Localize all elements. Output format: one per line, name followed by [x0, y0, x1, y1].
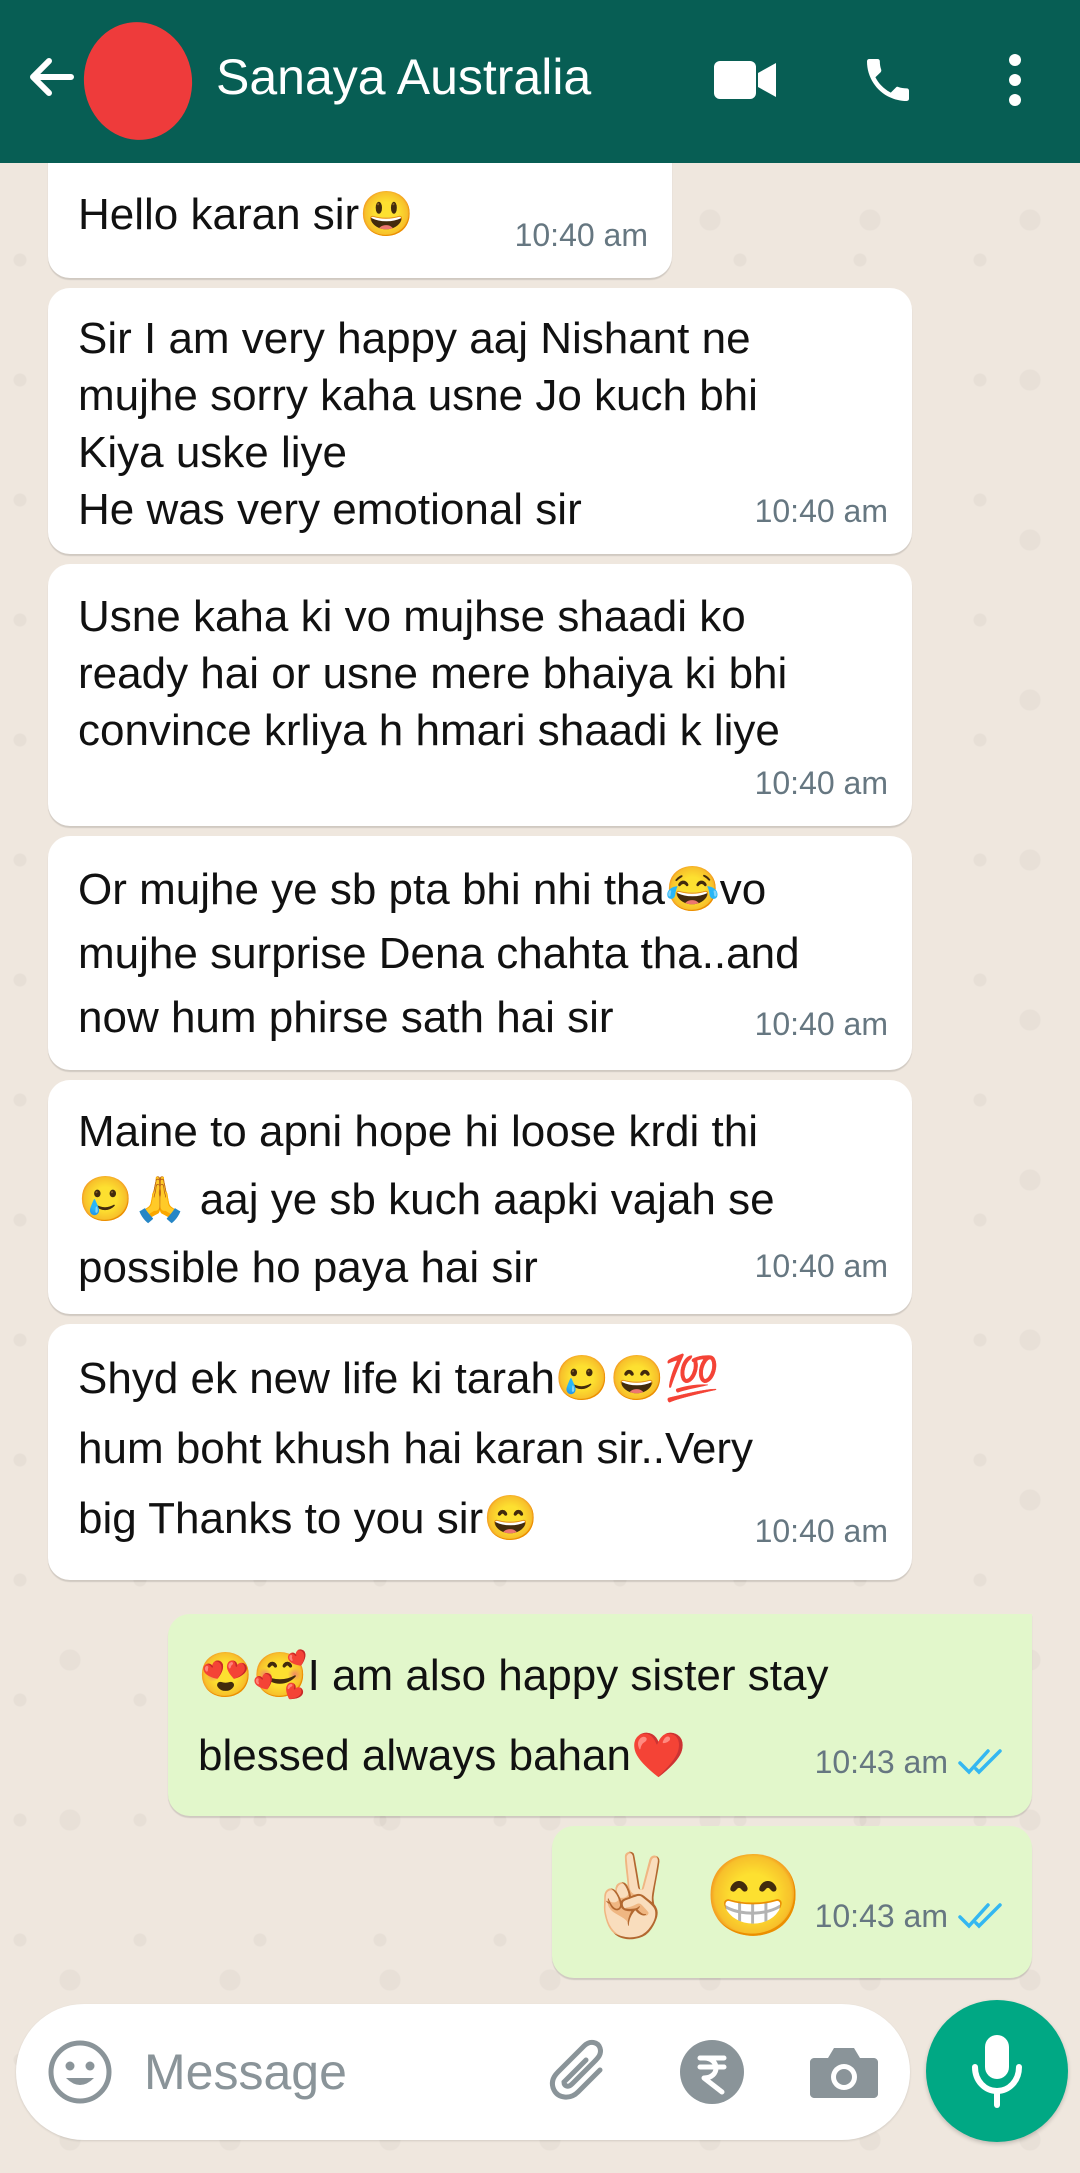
rupee-payment-icon[interactable]	[676, 2036, 748, 2108]
message-text: Usne kaha ki vo mujhse shaadi ko ready h…	[78, 592, 788, 755]
message-bubble-incoming[interactable]: Hello karan sir😃 10:40 am	[48, 150, 672, 278]
read-receipt-icon	[958, 1747, 1008, 1777]
message-status: 10:43 am	[815, 1722, 1008, 1802]
message-time: 10:40 am	[754, 493, 888, 529]
message-bubble-incoming[interactable]: Maine to apni hope hi loose krdi thi 🥲🙏 …	[48, 1080, 912, 1314]
message-time: 10:43 am	[814, 1744, 948, 1780]
back-arrow-icon[interactable]	[22, 48, 80, 106]
message-bubble-outgoing[interactable]: 😍🥰I am also happy sister stay blessed al…	[168, 1614, 1032, 1816]
microphone-icon[interactable]	[926, 2000, 1068, 2142]
message-composer	[16, 2004, 910, 2140]
message-time: 10:40 am	[754, 1006, 888, 1042]
more-options-icon[interactable]	[980, 48, 1050, 112]
message-bubble-incoming[interactable]: Usne kaha ki vo mujhse shaadi ko ready h…	[48, 564, 912, 826]
chat-header: Sanaya Australia	[0, 0, 1080, 163]
attach-paperclip-icon[interactable]	[544, 2036, 620, 2108]
voice-call-icon[interactable]	[853, 48, 923, 112]
message-status: 10:43 am	[815, 1868, 1008, 1964]
message-time: 10:40 am	[754, 1513, 888, 1549]
message-bubble-incoming[interactable]: Or mujhe ye sb pta bhi nhi tha😂vo mujhe …	[48, 836, 912, 1070]
message-time: 10:40 am	[754, 1248, 888, 1284]
emoji-icon[interactable]	[46, 2038, 114, 2106]
contact-avatar[interactable]	[76, 15, 200, 147]
message-time: 10:40 am	[514, 217, 648, 253]
message-bubble-incoming[interactable]: Sir I am very happy aaj Nishant ne mujhe…	[48, 288, 912, 554]
message-input[interactable]	[144, 2038, 424, 2106]
message-time: 10:43 am	[814, 1898, 948, 1934]
message-bubble-outgoing[interactable]: ✌🏻 😁 10:43 am	[552, 1826, 1032, 1978]
read-receipt-icon	[958, 1901, 1008, 1931]
camera-icon[interactable]	[806, 2036, 882, 2108]
message-time: 10:40 am	[754, 765, 888, 801]
message-bubble-incoming[interactable]: Shyd ek new life ki tarah🥲😄💯 hum boht kh…	[48, 1324, 912, 1580]
contact-name[interactable]: Sanaya Australia	[216, 48, 591, 106]
video-call-icon[interactable]	[710, 48, 780, 112]
